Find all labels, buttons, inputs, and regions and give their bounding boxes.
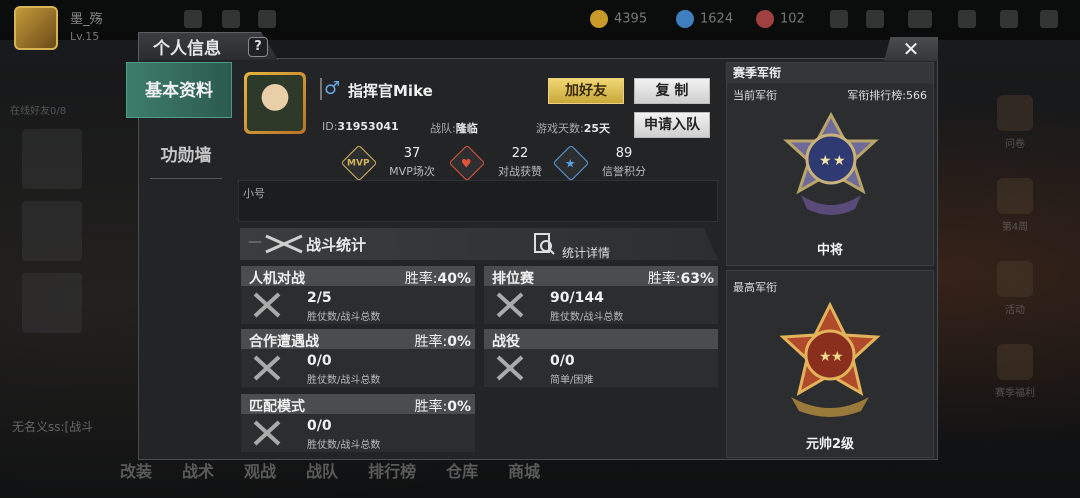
mvp-icon: MVP <box>340 144 378 182</box>
marshal-badge-icon: ★ ★ <box>779 301 881 417</box>
apply-team-button[interactable]: 申请入队 <box>634 112 710 138</box>
event-week[interactable]: 第4周 <box>960 178 1070 233</box>
player-id: ID:31953041 <box>322 120 399 133</box>
svg-text:★: ★ <box>819 153 832 169</box>
event-strip: 问卷 第4周 活动 赛季福利 <box>960 95 1070 427</box>
friend-card[interactable] <box>22 201 82 261</box>
voucher-icon <box>756 10 774 28</box>
nav-shop[interactable]: 商城 <box>508 458 540 488</box>
nav-modify[interactable]: 改装 <box>120 458 152 488</box>
bottom-nav: 改装 战术 观战 战队 排行榜 仓库 商城 <box>120 458 880 488</box>
card-match: 匹配模式 胜率:0% 0/0 胜仗数/战斗总数 <box>241 394 475 452</box>
help-button[interactable]: ? <box>248 37 268 57</box>
lieutenant-general-badge-icon: ★ ★ <box>783 111 879 215</box>
mail-icon[interactable] <box>908 10 932 28</box>
sidebar-divider <box>150 178 222 179</box>
calendar-icon <box>997 178 1033 214</box>
online-friends-label: 在线好友0/8 <box>10 106 67 117</box>
profile-sidebar: 基本资料 功勋墙 <box>126 62 232 460</box>
event-activity[interactable]: 活动 <box>960 261 1070 316</box>
top-player-level: Lv.15 <box>70 30 100 43</box>
gear-icon[interactable] <box>958 10 976 28</box>
battle-stats-title: 战斗统计 <box>306 236 367 254</box>
card-campaign: 战役 0/0 简单/困难 <box>484 329 718 387</box>
add-icon[interactable] <box>830 10 848 28</box>
friend-card[interactable] <box>22 129 82 189</box>
add-friend-button[interactable]: 加好友 <box>548 78 624 104</box>
friends-icon[interactable] <box>866 10 884 28</box>
diamond-icon <box>676 10 694 28</box>
magnifier-document-icon[interactable] <box>532 232 556 256</box>
crown-icon[interactable] <box>222 10 240 28</box>
highest-rank-label: 最高军衔 <box>733 281 777 294</box>
diamond-currency: 1624 <box>676 10 733 28</box>
rank-leaderboard-link[interactable]: 军衔排行榜:566 <box>847 87 927 103</box>
heart-icon: ♥ <box>448 144 486 182</box>
book-icon[interactable] <box>1000 10 1018 28</box>
alt-account-box: 小号 <box>238 180 718 222</box>
card-coop: 合作遭遇战 胜率:0% 0/0 胜仗数/战斗总数 <box>241 329 475 387</box>
star-icon <box>997 261 1033 297</box>
nav-warehouse[interactable]: 仓库 <box>446 458 478 488</box>
gift-icon <box>997 344 1033 380</box>
nav-spectate[interactable]: 观战 <box>244 458 276 488</box>
copy-button[interactable]: 复 制 <box>634 78 710 104</box>
star-icon: ★ <box>552 144 590 182</box>
menu-icon[interactable] <box>1040 10 1058 28</box>
close-button[interactable]: ✕ <box>884 37 938 61</box>
stats-detail-link[interactable]: 统计详情 <box>562 244 610 260</box>
current-rank-label: 当前军衔 <box>733 89 777 102</box>
gold-coin-icon <box>590 10 608 28</box>
profile-avatar[interactable] <box>244 72 306 134</box>
crossed-swords-icon <box>496 292 524 318</box>
crossed-rifles-icon <box>265 234 303 254</box>
card-ranked: 排位赛 胜率:63% 90/144 胜仗数/战斗总数 <box>484 266 718 324</box>
player-avatar[interactable] <box>14 6 58 50</box>
tab-basic-info[interactable]: 基本资料 <box>126 62 232 118</box>
alt-account-label: 小号 <box>243 187 265 200</box>
svg-text:★: ★ <box>833 153 846 169</box>
nav-leaderboard[interactable]: 排行榜 <box>368 458 416 488</box>
voucher-currency: 102 <box>756 10 805 28</box>
event-survey[interactable]: 问卷 <box>960 95 1070 150</box>
highest-rank-box: 最高军衔 ★ ★ 元帅2级 <box>726 270 934 458</box>
card-ai-battle: 人机对战 胜率:40% 2/5 胜仗数/战斗总数 <box>241 266 475 324</box>
modal-title: 个人信息 <box>153 39 221 59</box>
chat-preview[interactable]: 无名义ss:[战斗 <box>12 418 93 435</box>
highest-rank-name: 元帅2级 <box>805 437 855 452</box>
event-season[interactable]: 赛季福利 <box>960 344 1070 399</box>
nav-tactics[interactable]: 战术 <box>182 458 214 488</box>
stats-row: MVP 37 MVP场次 ♥ 22 对战获赞 ★ 89 信誉积分 <box>238 144 720 182</box>
current-rank-box: 赛季军衔 当前军衔 军衔排行榜:566 ★ ★ 中将 <box>726 62 934 266</box>
friend-card[interactable] <box>22 273 82 333</box>
nav-team[interactable]: 战队 <box>306 458 338 488</box>
top-player-name: 墨_殇 <box>70 12 103 27</box>
season-rank-heading: 赛季军衔 <box>727 63 933 83</box>
svg-text:★: ★ <box>831 349 844 365</box>
current-rank-name: 中将 <box>816 243 843 258</box>
tab-honor-wall[interactable]: 功勋墙 <box>146 136 226 176</box>
crossed-swords-icon <box>253 420 281 446</box>
crossed-swords-icon <box>253 292 281 318</box>
collapse-dash: — <box>248 234 262 250</box>
name-separator <box>320 78 322 100</box>
friends-strip: 在线好友0/8 <box>10 80 90 420</box>
crossed-swords-icon <box>253 355 281 381</box>
play-days: 游戏天数:25天 <box>536 122 611 135</box>
player-name: 指挥官Mike <box>348 82 433 100</box>
player-team: 战队:隆临 <box>430 122 478 135</box>
season-rank-panel: 赛季军衔 当前军衔 军衔排行榜:566 ★ ★ 中将 最高军衔 ★ ★ 元帅2级 <box>726 62 934 458</box>
grid-icon[interactable] <box>258 10 276 28</box>
svg-text:★: ★ <box>819 349 832 365</box>
gold-currency: 4395 <box>590 10 647 28</box>
survey-icon <box>997 95 1033 131</box>
battle-stats-header: — 战斗统计 统计详情 <box>240 228 718 260</box>
male-icon: ♂ <box>324 78 341 99</box>
crossed-swords-icon <box>496 355 524 381</box>
home-icon[interactable] <box>184 10 202 28</box>
